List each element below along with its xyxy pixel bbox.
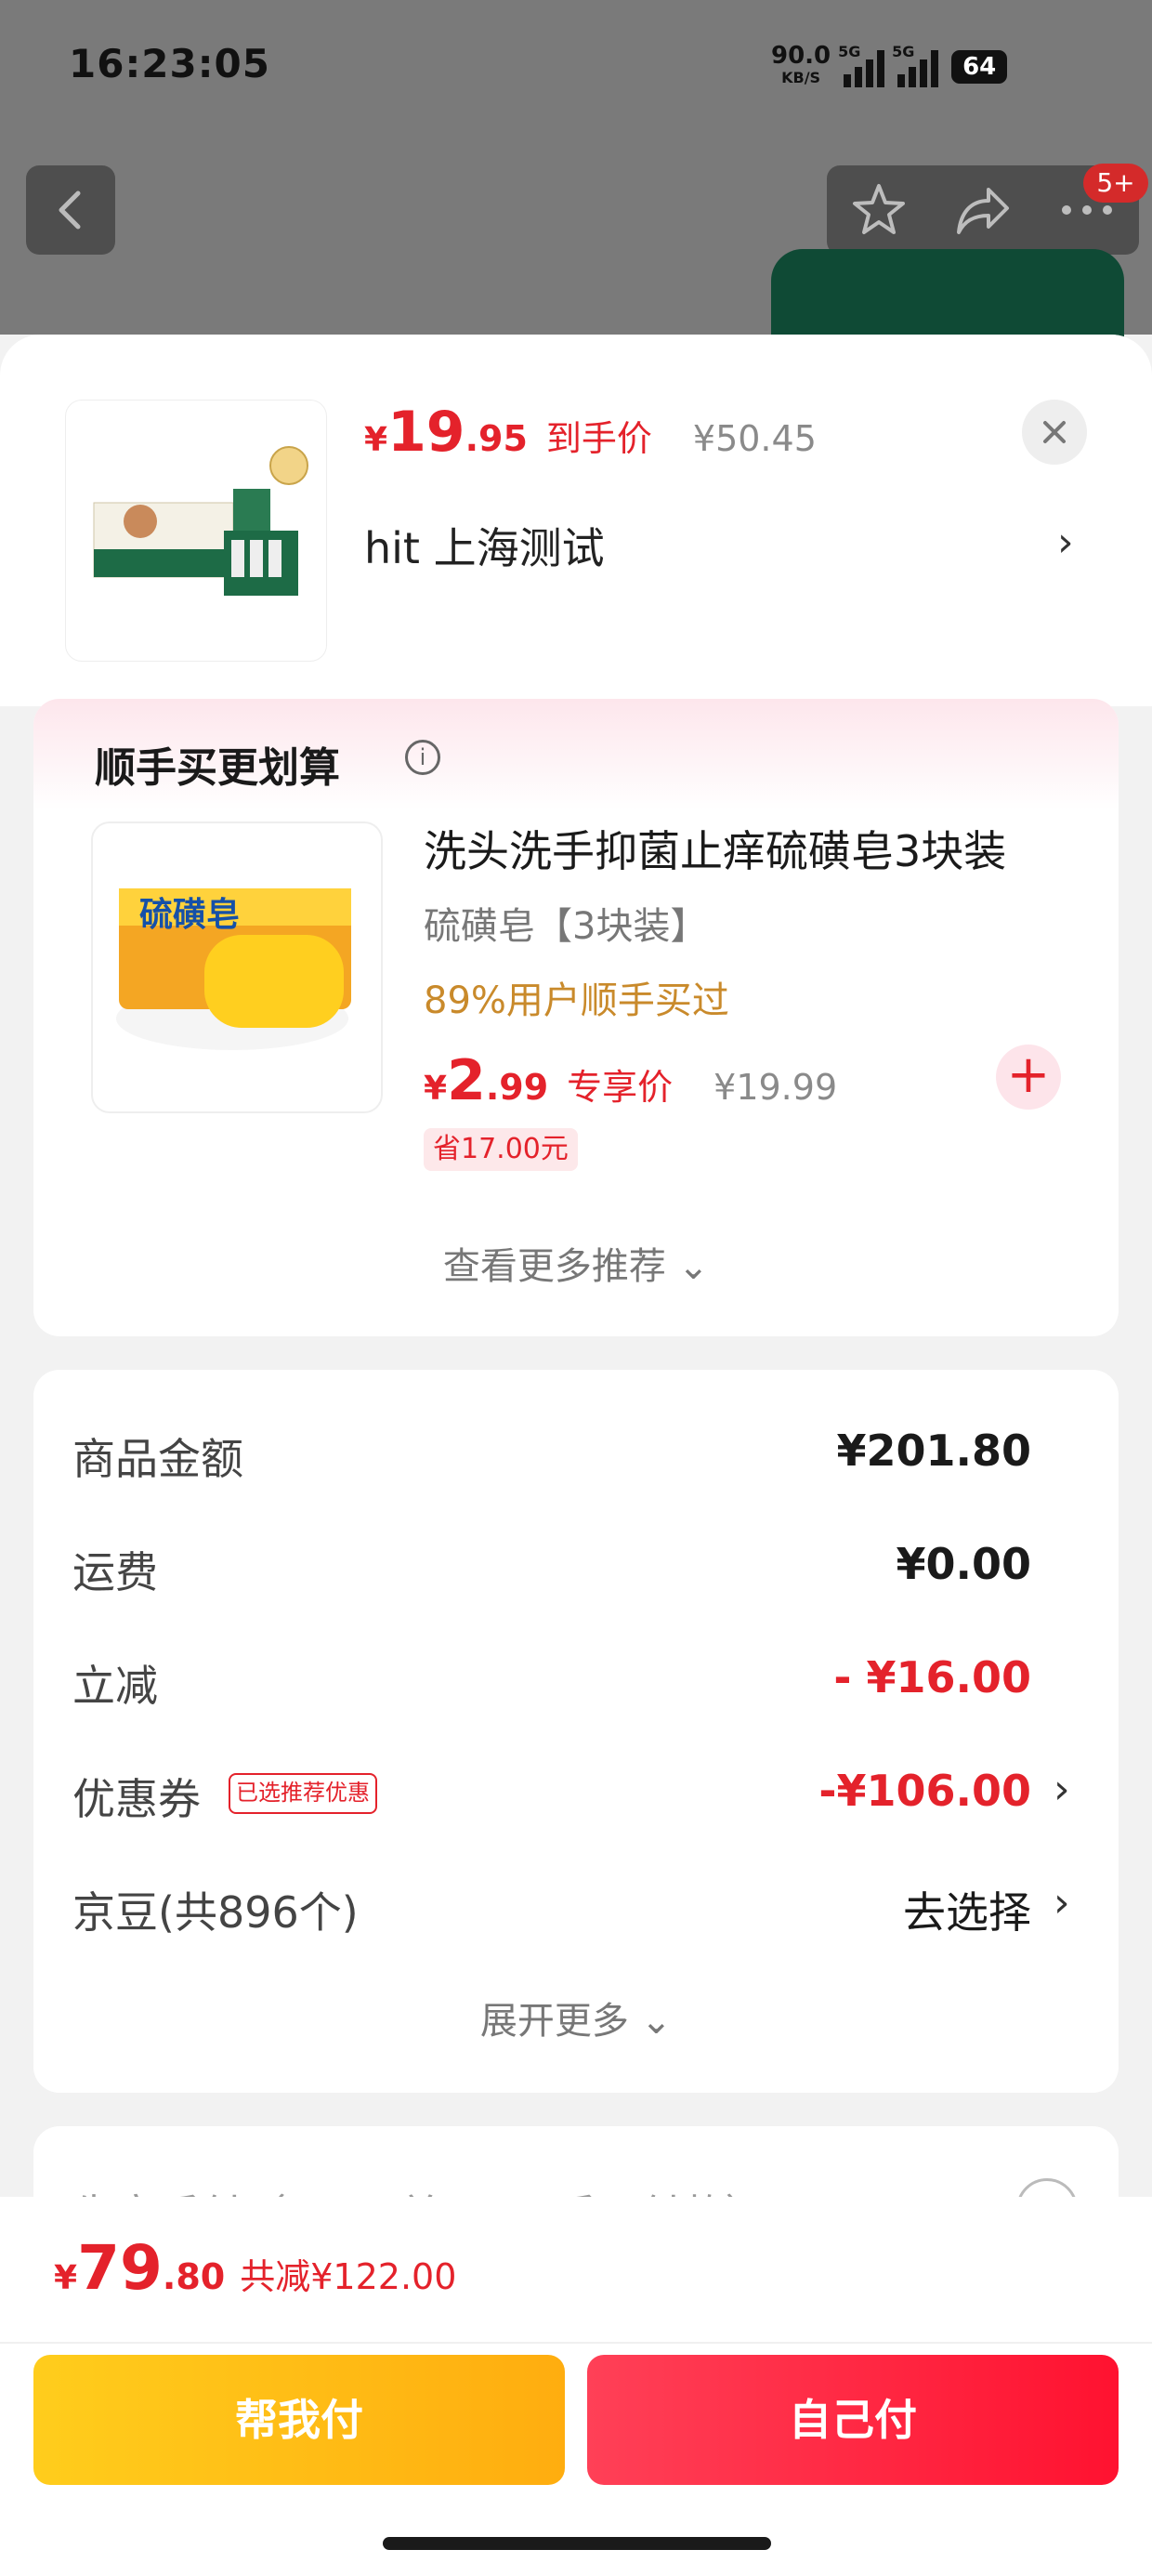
bundle-item-image[interactable]: 硫磺皂	[91, 821, 383, 1113]
price-currency: ¥	[364, 421, 388, 459]
close-button[interactable]	[1022, 400, 1087, 465]
star-icon[interactable]	[849, 180, 909, 240]
shipping-value: ¥0.00	[896, 1539, 1031, 1589]
chevron-right-icon[interactable]: ›	[1054, 1766, 1070, 1813]
price-integer: 2	[447, 1048, 486, 1113]
expand-more-label: 展开更多	[479, 2000, 629, 2043]
chevron-down-icon: ⌄	[640, 2000, 673, 2043]
see-more-label: 查看更多推荐	[442, 1245, 666, 1288]
subtotal-value: ¥201.80	[836, 1426, 1031, 1476]
total-integer: 79	[77, 2232, 163, 2304]
price-currency: ¥	[424, 1070, 448, 1108]
self-pay-button[interactable]: 自己付	[587, 2355, 1119, 2485]
coupon-selected-tag: 已选推荐优惠	[229, 1773, 377, 1814]
sim1-label: 5G	[838, 43, 861, 60]
soap-package-label: 硫磺皂	[139, 896, 240, 934]
signal-icon-sim1: 5G	[838, 43, 885, 87]
plus-icon: +	[1006, 1045, 1051, 1105]
price-label: 专享价	[567, 1067, 674, 1108]
network-speed: 90.0 KB/S	[771, 42, 831, 89]
instant-discount-label: 立减	[72, 1661, 158, 1711]
savings-badge: 省17.00元	[424, 1128, 578, 1171]
sim2-label: 5G	[892, 43, 915, 60]
price-integer: 19	[387, 400, 465, 465]
info-icon[interactable]: i	[405, 740, 440, 775]
chevron-right-icon[interactable]: ›	[1057, 519, 1074, 566]
close-icon	[1043, 421, 1066, 443]
network-speed-value: 90.0	[771, 42, 831, 70]
bundle-title: 顺手买更划算	[95, 744, 340, 792]
bundle-item-social-proof: 89%用户顺手买过	[424, 979, 729, 1022]
coupon-value[interactable]: -¥106.00	[818, 1766, 1031, 1816]
product-image	[65, 400, 327, 662]
product-box-illustration	[93, 446, 308, 596]
price-decimal: .95	[465, 418, 528, 459]
status-indicators: 90.0 KB/S 5G 5G 64	[771, 41, 1008, 93]
instant-discount-value: - ¥16.00	[833, 1652, 1031, 1702]
coupon-label[interactable]: 优惠券	[72, 1766, 201, 1827]
status-time: 16:23:05	[69, 41, 270, 86]
see-more-recommendations[interactable]: 查看更多推荐 ⌄	[0, 1236, 1152, 1290]
bundle-item-sku: 硫磺皂【3块装】	[424, 905, 708, 948]
soap-illustration: 硫磺皂	[116, 888, 351, 1050]
divider	[0, 2342, 1152, 2344]
bundle-item-price: ¥ 2 .99 专享价 ¥19.99	[424, 1048, 837, 1113]
message-badge[interactable]: 5+	[1083, 164, 1148, 203]
back-icon	[59, 191, 81, 230]
total-currency: ¥	[54, 2259, 78, 2297]
expand-more-button[interactable]: 展开更多 ⌄	[0, 1991, 1152, 2044]
chevron-right-icon[interactable]: ›	[1054, 1879, 1070, 1926]
back-button[interactable]	[26, 165, 115, 255]
help-pay-button[interactable]: 帮我付	[33, 2355, 565, 2485]
product-final-price: ¥ 19 .95 到手价 ¥50.45	[364, 400, 817, 465]
product-name[interactable]: hit 上海测试	[364, 515, 605, 576]
network-speed-unit: KB/S	[781, 69, 821, 86]
home-indicator[interactable]	[383, 2537, 771, 2550]
original-price: ¥50.45	[692, 418, 817, 459]
price-label: 到手价	[545, 418, 652, 459]
signal-icon-sim2: 5G	[892, 43, 939, 87]
bundle-item-title[interactable]: 洗头洗手抑菌止痒硫磺皂3块装	[424, 818, 1006, 879]
subtotal-label: 商品金额	[72, 1434, 243, 1484]
shipping-label: 运费	[72, 1547, 158, 1597]
total-decimal: .80	[162, 2256, 226, 2297]
price-decimal: .99	[485, 1067, 549, 1108]
jingdou-value[interactable]: 去选择	[903, 1879, 1031, 1940]
share-icon[interactable]	[953, 180, 1013, 240]
add-item-button[interactable]: +	[996, 1045, 1061, 1110]
jingdou-label[interactable]: 京豆(共896个)	[72, 1879, 359, 1940]
total-saved: 共减¥122.00	[240, 2256, 457, 2297]
chevron-down-icon: ⌄	[677, 1245, 710, 1288]
total-price: ¥ 79 .80 共减¥122.00	[54, 2232, 456, 2304]
original-price: ¥19.99	[713, 1067, 838, 1108]
battery-icon: 64	[951, 50, 1008, 84]
more-icon[interactable]	[1057, 201, 1117, 219]
